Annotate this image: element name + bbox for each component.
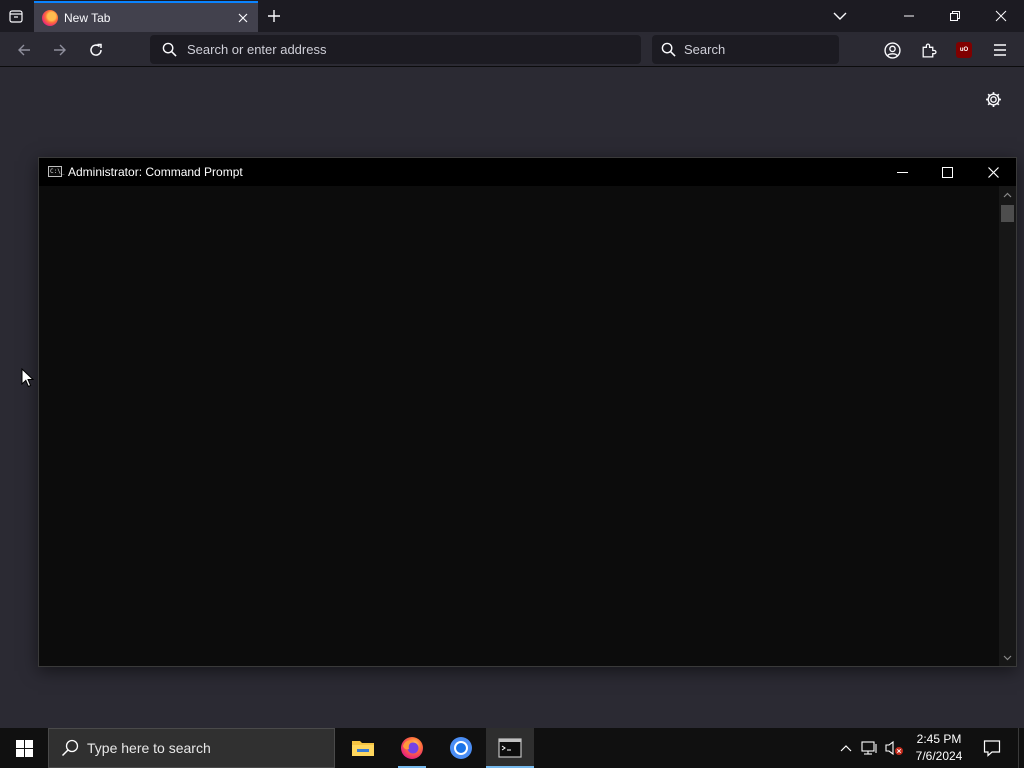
scroll-up-arrow-icon[interactable] [999, 186, 1016, 203]
tab-list-icon [9, 10, 23, 23]
taskbar-command-prompt[interactable] [486, 728, 534, 768]
forward-button[interactable] [47, 37, 73, 63]
folder-icon [352, 741, 374, 756]
clock-time: 2:45 PM [916, 732, 962, 746]
scroll-down-arrow-icon[interactable] [999, 649, 1016, 666]
address-bar-placeholder: Search or enter address [187, 42, 327, 57]
browser-tabstrip: New Tab [0, 0, 1024, 32]
firefox-favicon-icon [42, 9, 58, 26]
new-tab-button[interactable] [264, 6, 284, 26]
start-button[interactable] [0, 728, 48, 768]
ublock-origin-button[interactable]: uO [951, 37, 977, 63]
hamburger-menu-icon [994, 44, 1006, 56]
app-menu-button[interactable] [987, 37, 1013, 63]
browser-minimize-button[interactable] [886, 0, 932, 32]
tab-title: New Tab [64, 10, 111, 25]
command-prompt-title: Administrator: Command Prompt [68, 165, 243, 179]
gear-icon [985, 91, 1001, 107]
tab-overflow-button[interactable] [830, 6, 850, 26]
chevron-down-icon [833, 12, 847, 20]
reload-icon [90, 43, 102, 56]
tab-close-icon[interactable] [232, 7, 254, 29]
command-prompt-titlebar[interactable]: C:\_ Administrator: Command Prompt [39, 158, 1016, 186]
browser-restore-button[interactable] [932, 0, 978, 32]
firefox-icon [401, 737, 423, 759]
search-icon [162, 42, 177, 57]
close-icon [987, 166, 999, 178]
taskbar-chrome[interactable] [437, 728, 485, 768]
restore-icon [950, 11, 960, 21]
close-icon [995, 10, 1007, 22]
back-button[interactable] [11, 37, 37, 63]
search-bar-placeholder: Search [684, 42, 726, 57]
minimize-icon [904, 15, 914, 17]
cmd-scrollbar[interactable] [999, 186, 1016, 666]
browser-navbar: Search or enter address Search uO [0, 32, 1024, 67]
chevron-up-icon [840, 745, 852, 752]
taskbar-search-box[interactable]: Type here to search [48, 728, 335, 768]
terminal-icon [498, 738, 522, 758]
tab-new-tab[interactable]: New Tab [34, 1, 258, 32]
windows-taskbar: Type here to search 2:45 PM 7/6/2024 [0, 728, 1024, 768]
search-icon [61, 739, 79, 757]
command-prompt-console[interactable] [39, 186, 999, 666]
minimize-icon [896, 171, 908, 173]
forward-arrow-icon [54, 44, 66, 56]
cmd-minimize-button[interactable] [879, 158, 925, 186]
ublock-shield-icon: uO [956, 42, 972, 58]
newtab-settings-button[interactable] [980, 86, 1006, 112]
desktop-screen: New Tab Search or enter address Search u… [0, 0, 1024, 768]
scrollbar-thumb[interactable] [1001, 205, 1014, 222]
back-arrow-icon [18, 44, 30, 56]
maximize-icon [941, 166, 953, 178]
action-center-button[interactable] [978, 728, 1006, 768]
account-icon [883, 41, 901, 59]
notification-icon [983, 740, 1001, 757]
extensions-button[interactable] [915, 37, 941, 63]
clock-date: 7/6/2024 [915, 749, 963, 763]
chrome-icon [450, 737, 472, 759]
taskbar-search-placeholder: Type here to search [87, 740, 211, 756]
taskbar-clock[interactable]: 2:45 PM 7/6/2024 [908, 731, 970, 765]
command-prompt-icon: C:\_ [48, 166, 65, 177]
show-hidden-icons-button[interactable] [836, 738, 856, 758]
cmd-maximize-button[interactable] [924, 158, 970, 186]
address-bar[interactable]: Search or enter address [150, 35, 641, 64]
plus-icon [268, 10, 280, 22]
network-tray-button[interactable] [860, 738, 880, 758]
show-desktop-button[interactable] [1018, 728, 1024, 768]
browser-close-button[interactable] [978, 0, 1024, 32]
search-icon [661, 42, 676, 57]
reload-button[interactable] [83, 37, 109, 63]
windows-logo-icon [15, 739, 33, 757]
puzzle-piece-icon [922, 43, 936, 58]
cmd-close-button[interactable] [970, 158, 1016, 186]
list-all-tabs-button[interactable] [6, 6, 26, 26]
search-bar[interactable]: Search [652, 35, 839, 64]
volume-tray-button[interactable] [884, 738, 904, 758]
account-button[interactable] [879, 37, 905, 63]
command-prompt-window[interactable]: C:\_ Administrator: Command Prompt [38, 157, 1017, 667]
network-icon [861, 741, 877, 755]
mouse-pointer-icon [21, 368, 35, 388]
taskbar-file-explorer[interactable] [339, 728, 387, 768]
taskbar-firefox[interactable] [388, 728, 436, 768]
volume-muted-icon [885, 740, 903, 756]
